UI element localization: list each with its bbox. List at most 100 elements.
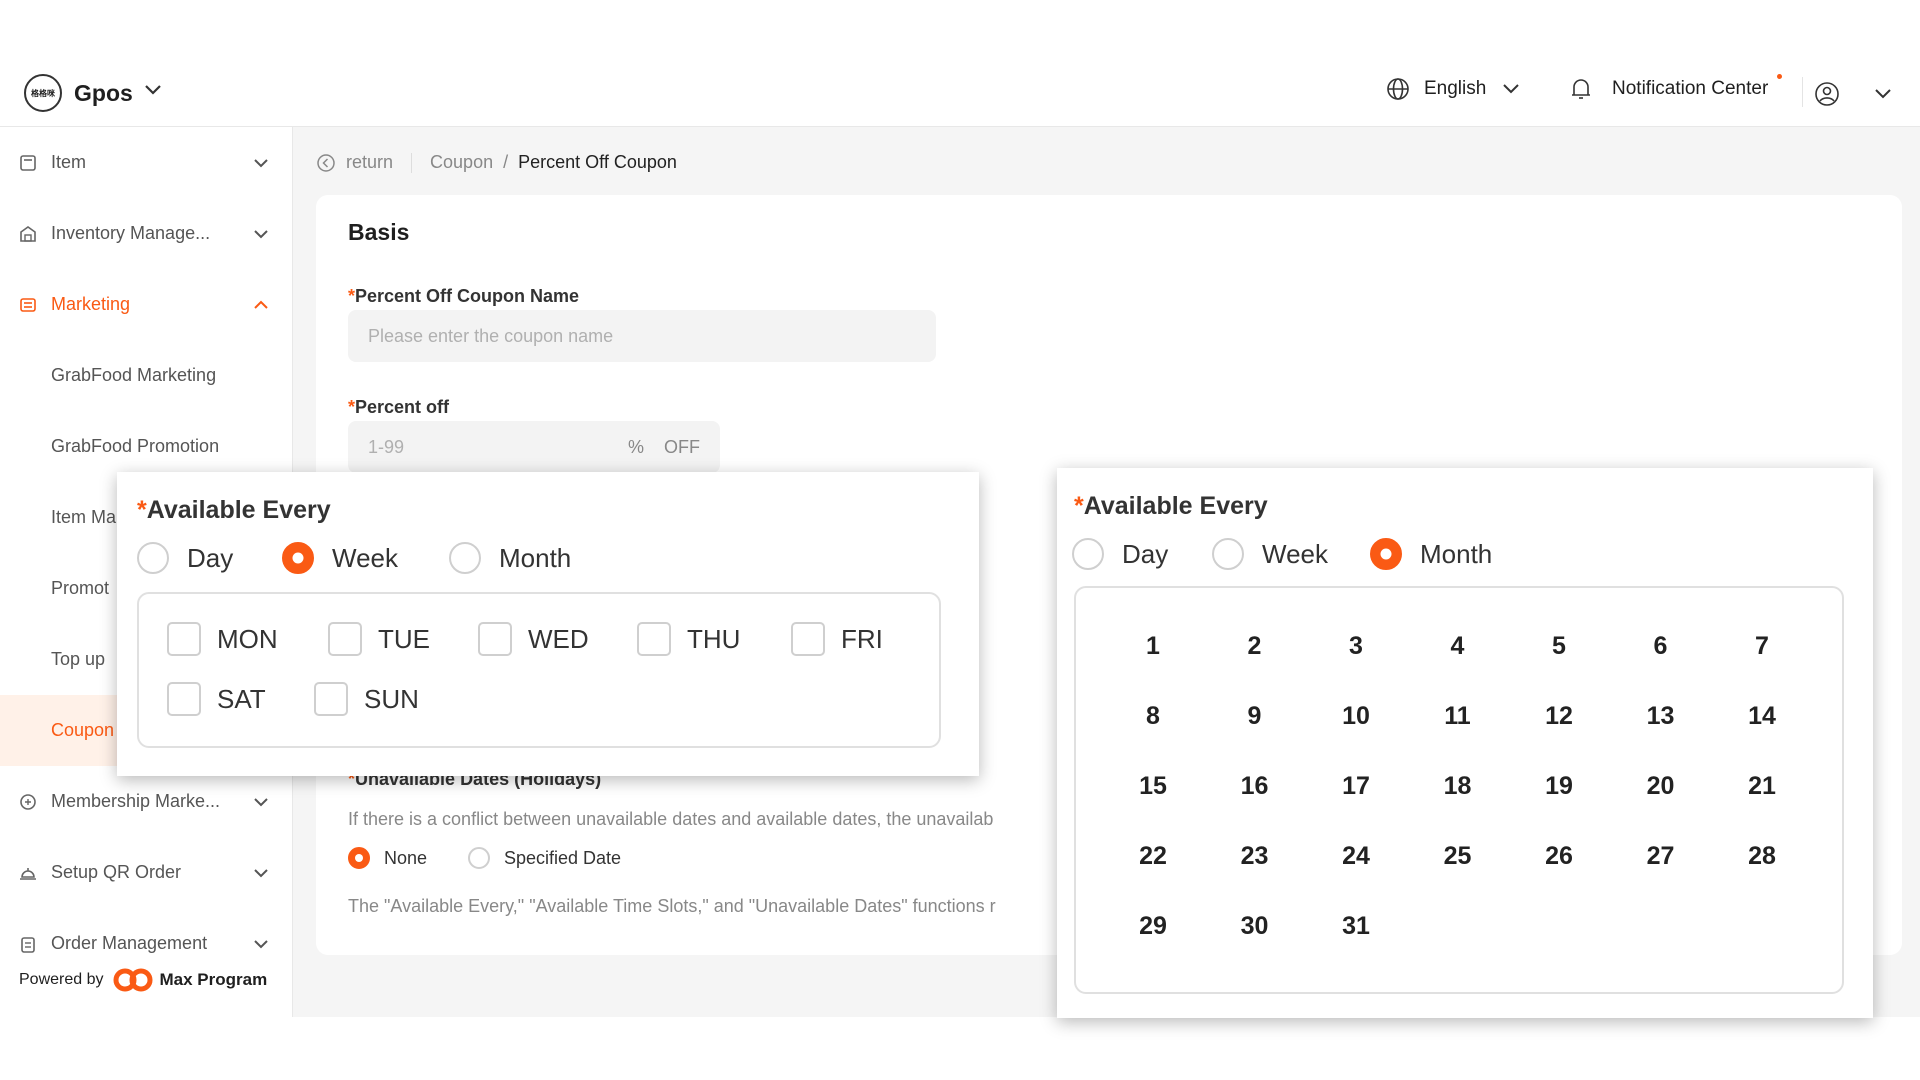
radio-week[interactable] bbox=[282, 542, 314, 574]
month-day-cell[interactable]: 23 bbox=[1225, 842, 1285, 871]
radio-day[interactable] bbox=[1072, 538, 1104, 570]
weekday-checkbox-wed[interactable]: WED bbox=[478, 622, 589, 656]
weekday-box bbox=[137, 592, 941, 748]
month-day-cell[interactable]: 20 bbox=[1631, 772, 1691, 801]
sidebar-item-setup-qr-order[interactable]: Setup QR Order bbox=[0, 837, 293, 908]
app-name[interactable]: Gpos bbox=[74, 80, 133, 107]
month-day-cell[interactable]: 7 bbox=[1732, 632, 1792, 661]
option-label: Week bbox=[332, 542, 398, 573]
month-day-cell[interactable]: 18 bbox=[1428, 772, 1488, 801]
month-day-cell[interactable]: 12 bbox=[1529, 702, 1589, 731]
month-day-cell[interactable]: 19 bbox=[1529, 772, 1589, 801]
required-mark: * bbox=[1074, 492, 1084, 520]
weekday-checkbox-mon[interactable]: MON bbox=[167, 622, 278, 656]
return-link[interactable]: return bbox=[316, 152, 393, 173]
breadcrumb-divider bbox=[411, 152, 413, 173]
sidebar-item-marketing[interactable]: Marketing bbox=[0, 269, 293, 340]
month-day-cell[interactable]: 6 bbox=[1631, 632, 1691, 661]
month-day-cell[interactable]: 27 bbox=[1631, 842, 1691, 871]
month-day-cell[interactable]: 22 bbox=[1123, 842, 1183, 871]
month-day-cell[interactable]: 29 bbox=[1123, 912, 1183, 941]
month-day-cell[interactable]: 2 bbox=[1225, 632, 1285, 661]
header-divider bbox=[1802, 77, 1803, 107]
option-label: Month bbox=[1420, 538, 1493, 569]
checkbox[interactable] bbox=[167, 622, 201, 656]
unavailable-option-specified-date[interactable]: Specified Date bbox=[468, 847, 621, 869]
unavailable-option-none[interactable]: None bbox=[348, 847, 427, 869]
option-month[interactable]: Month bbox=[449, 542, 571, 574]
weekday-checkbox-fri[interactable]: FRI bbox=[791, 622, 883, 656]
footer-note: The "Available Every," "Available Time S… bbox=[348, 896, 996, 916]
radio-specified-date[interactable] bbox=[468, 847, 490, 869]
percent-off-label: *Percent off bbox=[348, 397, 449, 418]
month-day-cell[interactable]: 8 bbox=[1123, 702, 1183, 731]
radio-month[interactable] bbox=[1370, 538, 1402, 570]
month-day-cell[interactable]: 16 bbox=[1225, 772, 1285, 801]
weekday-checkbox-sun[interactable]: SUN bbox=[314, 682, 419, 716]
option-week[interactable]: Week bbox=[1212, 538, 1328, 570]
month-day-cell[interactable]: 5 bbox=[1529, 632, 1589, 661]
month-day-cell[interactable]: 25 bbox=[1428, 842, 1488, 871]
month-day-cell[interactable]: 28 bbox=[1732, 842, 1792, 871]
top-bar: 格格咪 Gpos English Notification Center bbox=[0, 49, 1920, 127]
month-day-cell[interactable]: 24 bbox=[1326, 842, 1386, 871]
available-every-week-popup: *Available Every Day Week Month MON TUE … bbox=[117, 472, 979, 776]
brand-logo[interactable]: 格格咪 bbox=[24, 74, 62, 112]
checkbox[interactable] bbox=[478, 622, 512, 656]
month-day-cell[interactable]: 4 bbox=[1428, 632, 1488, 661]
sidebar-item-membership[interactable]: Membership Marke... bbox=[0, 766, 293, 837]
notification-dot bbox=[1777, 74, 1782, 79]
chevron-down-icon bbox=[1503, 84, 1520, 94]
breadcrumb-separator: / bbox=[503, 152, 509, 172]
coupon-name-input[interactable]: Please enter the coupon name bbox=[348, 310, 936, 362]
month-day-cell[interactable]: 17 bbox=[1326, 772, 1386, 801]
month-day-cell[interactable]: 1 bbox=[1123, 632, 1183, 661]
chevron-down-icon[interactable] bbox=[1874, 87, 1892, 101]
month-day-cell[interactable]: 3 bbox=[1326, 632, 1386, 661]
radio-day[interactable] bbox=[137, 542, 169, 574]
breadcrumb: return Coupon / Percent Off Coupon bbox=[316, 152, 677, 173]
sidebar-item-label: Inventory Manage... bbox=[51, 223, 211, 243]
checkbox[interactable] bbox=[167, 682, 201, 716]
checkbox[interactable] bbox=[328, 622, 362, 656]
month-day-cell[interactable]: 15 bbox=[1123, 772, 1183, 801]
radio-none[interactable] bbox=[348, 847, 370, 869]
month-day-cell[interactable]: 9 bbox=[1225, 702, 1285, 731]
chevron-down-icon[interactable] bbox=[144, 83, 162, 97]
checkbox[interactable] bbox=[637, 622, 671, 656]
sidebar-item-inventory[interactable]: Inventory Manage... bbox=[0, 198, 293, 269]
percent-suffix: OFF bbox=[664, 436, 700, 457]
breadcrumb-parent[interactable]: Coupon bbox=[430, 152, 493, 173]
service-bell-icon bbox=[20, 867, 36, 880]
weekday-checkbox-thu[interactable]: THU bbox=[637, 622, 740, 656]
language-selector[interactable]: English bbox=[1386, 77, 1520, 101]
month-day-cell[interactable]: 13 bbox=[1631, 702, 1691, 731]
weekday-checkbox-tue[interactable]: TUE bbox=[328, 622, 430, 656]
option-day[interactable]: Day bbox=[1072, 538, 1168, 570]
option-day[interactable]: Day bbox=[137, 542, 233, 574]
option-month[interactable]: Month bbox=[1370, 538, 1492, 570]
user-icon[interactable] bbox=[1814, 81, 1840, 107]
percent-off-input[interactable]: 1-99 % OFF bbox=[348, 421, 720, 473]
weekday-checkbox-sat[interactable]: SAT bbox=[167, 682, 266, 716]
month-day-cell[interactable]: 31 bbox=[1326, 912, 1386, 941]
sidebar-item-label: Order Management bbox=[51, 933, 208, 953]
option-week[interactable]: Week bbox=[282, 542, 398, 574]
month-day-cell[interactable]: 14 bbox=[1732, 702, 1792, 731]
weekday-label: WED bbox=[528, 623, 589, 654]
sidebar-item-grabfood-marketing[interactable]: GrabFood Marketing bbox=[0, 340, 293, 411]
checkbox[interactable] bbox=[791, 622, 825, 656]
radio-month[interactable] bbox=[449, 542, 481, 574]
item-icon bbox=[20, 154, 36, 171]
sidebar-item-item[interactable]: Item bbox=[0, 127, 293, 198]
month-day-cell[interactable]: 30 bbox=[1225, 912, 1285, 941]
sidebar-item-label: Membership Marke... bbox=[51, 791, 221, 811]
checkbox[interactable] bbox=[314, 682, 348, 716]
radio-week[interactable] bbox=[1212, 538, 1244, 570]
month-day-cell[interactable]: 10 bbox=[1326, 702, 1386, 731]
sidebar-item-label: GrabFood Promotion bbox=[51, 436, 220, 456]
month-day-cell[interactable]: 21 bbox=[1732, 772, 1792, 801]
month-day-cell[interactable]: 26 bbox=[1529, 842, 1589, 871]
month-day-cell[interactable]: 11 bbox=[1428, 702, 1488, 731]
notification-center[interactable]: Notification Center bbox=[1570, 77, 1768, 101]
